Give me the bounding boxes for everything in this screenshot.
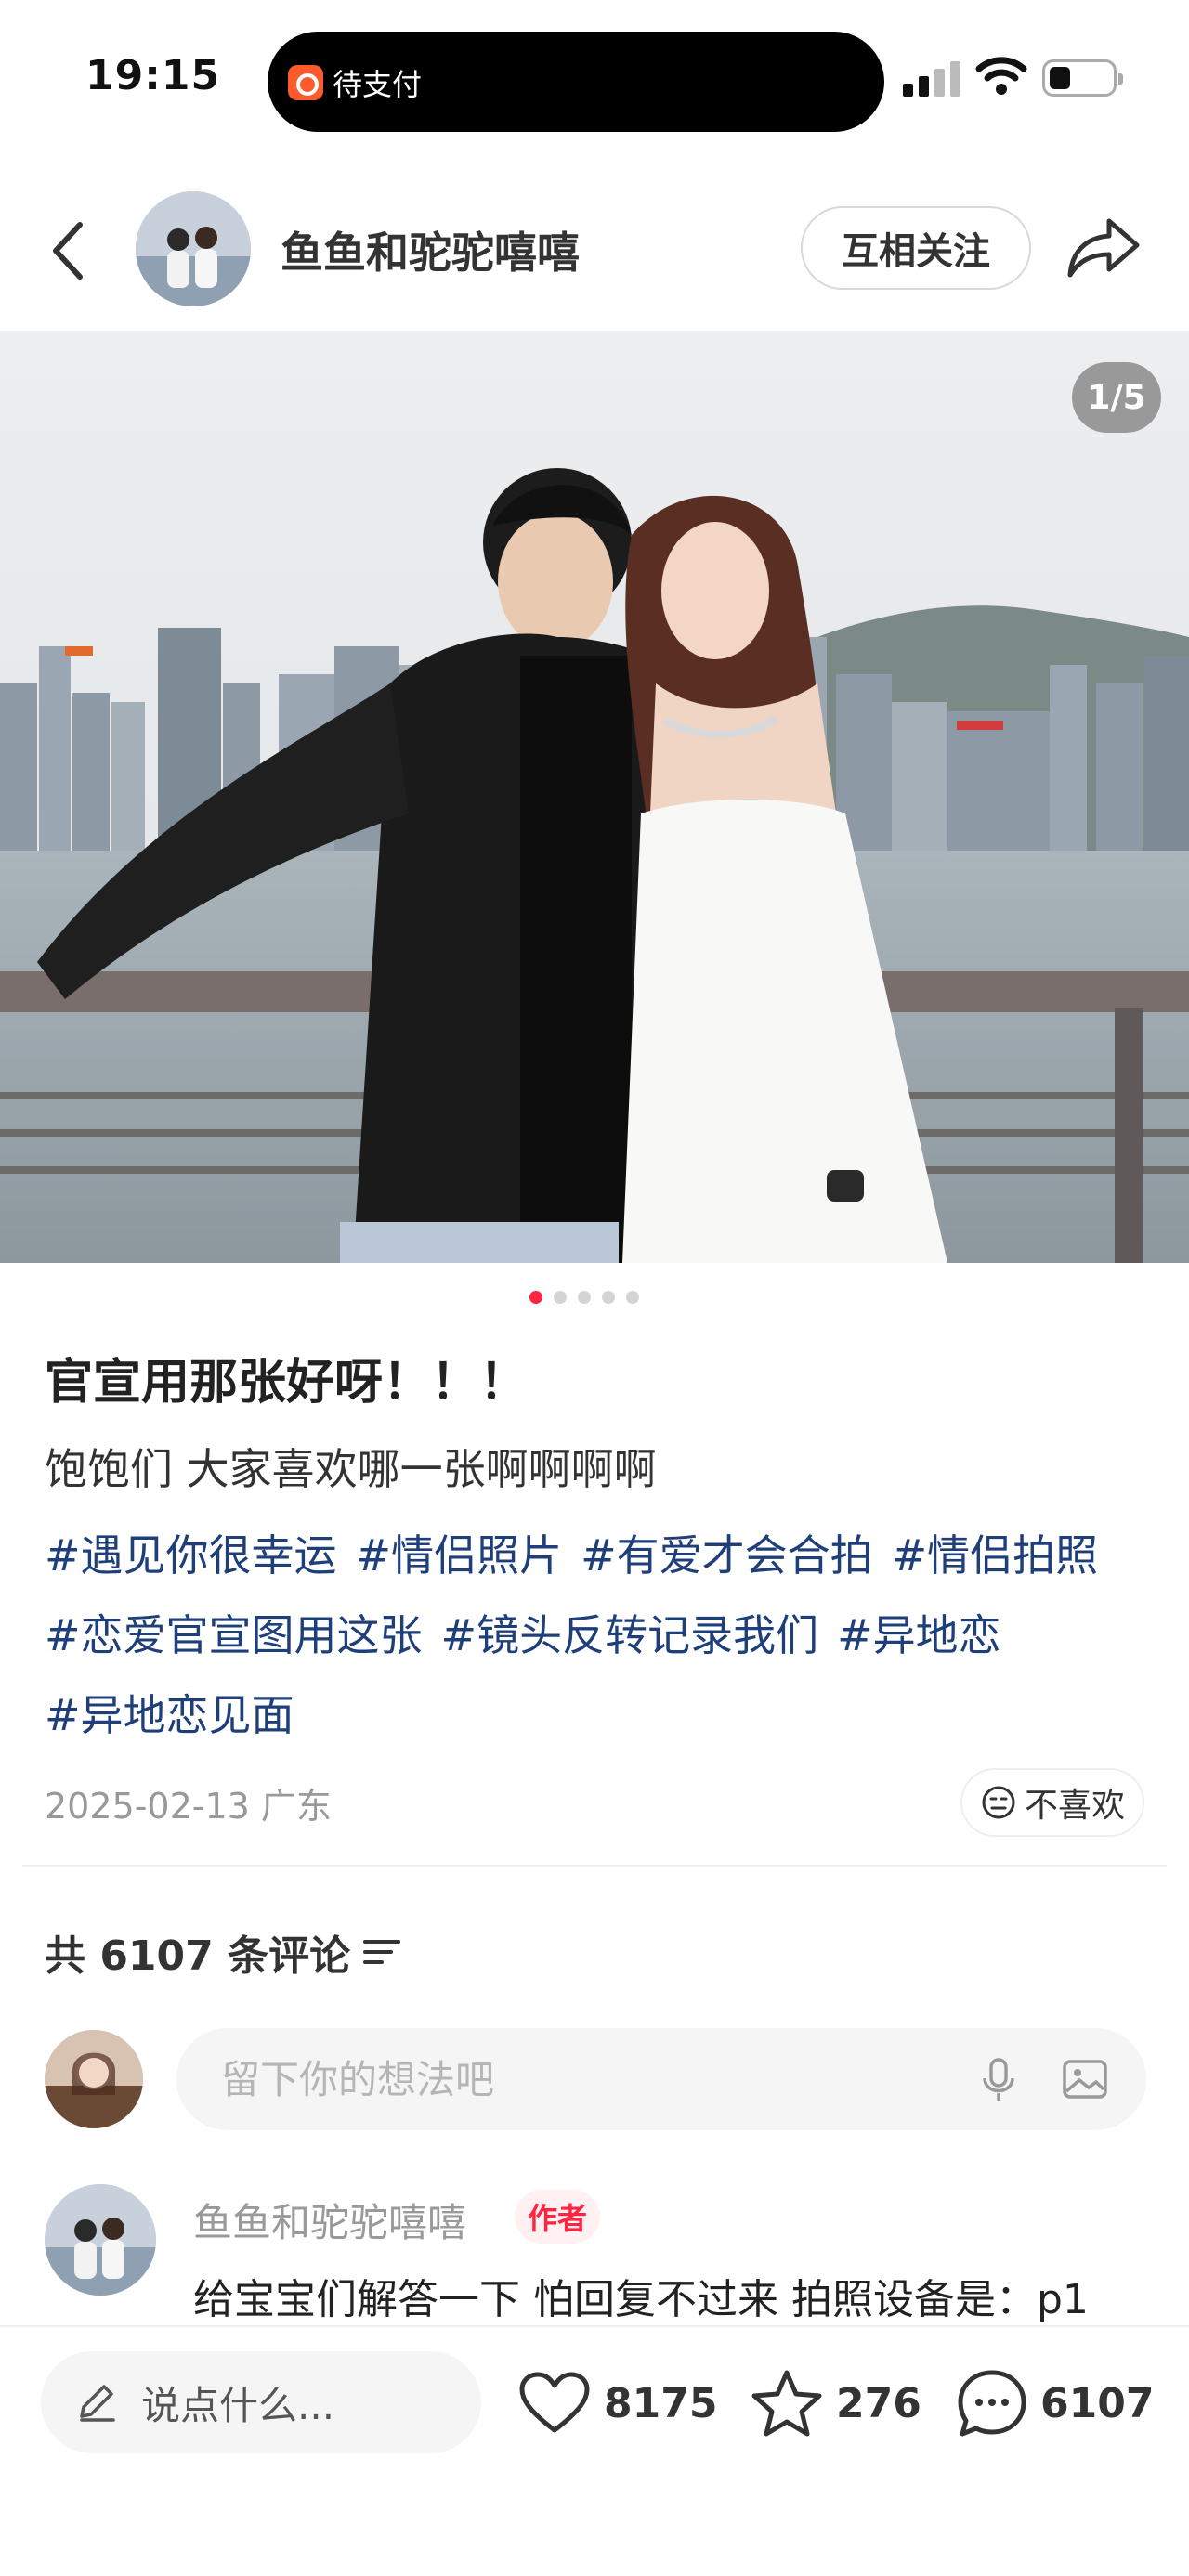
hashtag[interactable]: #异地恋见面 xyxy=(45,1675,294,1755)
comment-text[interactable]: 给宝宝们解答一下 怕回复不过来 拍照设备是：p1 xyxy=(193,2266,1089,2325)
status-bar: 19:15 待支付 xyxy=(0,0,1189,158)
status-time: 19:15 xyxy=(85,52,221,99)
carousel-dot-1[interactable] xyxy=(529,1291,542,1304)
photo-illustration xyxy=(0,331,1189,1263)
hashtag[interactable]: #情侣照片 xyxy=(356,1516,563,1595)
hashtag[interactable]: #镜头反转记录我们 xyxy=(441,1595,819,1675)
hashtag[interactable]: #情侣拍照 xyxy=(892,1516,1099,1595)
dynamic-island[interactable]: 待支付 xyxy=(268,32,884,132)
comment-author-name[interactable]: 鱼鱼和驼驼嘻嘻 xyxy=(193,2192,466,2248)
divider xyxy=(22,1865,1167,1867)
cellular-signal-icon xyxy=(903,58,962,97)
author-avatar[interactable] xyxy=(136,191,251,306)
image-icon[interactable] xyxy=(1059,2054,1111,2104)
hashtag[interactable]: #遇见你很幸运 xyxy=(45,1516,337,1595)
like-button[interactable]: 8175 xyxy=(518,2370,717,2437)
pencil-icon xyxy=(80,2385,115,2422)
carousel-dot-3[interactable] xyxy=(578,1291,591,1304)
comment-bubble-icon xyxy=(958,2370,1026,2437)
favorite-count: 276 xyxy=(836,2379,921,2427)
favorite-button[interactable]: 276 xyxy=(751,2370,921,2437)
bottom-action-bar: 说点什么... 8175 276 6107 xyxy=(0,2325,1189,2576)
dislike-face-icon xyxy=(982,1786,1015,1819)
carousel-dot-2[interactable] xyxy=(554,1291,567,1304)
post-tags: #遇见你很幸运 #情侣照片 #有爱才会合拍 #情侣拍照 #恋爱官宣图用这张 #镜头反转记录… xyxy=(45,1516,1150,1755)
carousel-dots[interactable] xyxy=(529,1291,639,1304)
bottom-comment-input[interactable]: 说点什么... xyxy=(41,2351,481,2453)
carousel-dot-5[interactable] xyxy=(626,1291,639,1304)
comment-input[interactable] xyxy=(221,2049,927,2110)
comment-count-label: 共 6107 条评论 xyxy=(45,1932,351,1980)
post-date-location: 2025-02-13 广东 xyxy=(45,1786,332,1827)
page-indicator: 1/5 xyxy=(1072,362,1161,433)
author-badge: 作者 xyxy=(515,2190,601,2244)
filter-icon[interactable] xyxy=(363,1936,401,1968)
island-activity-label: 待支付 xyxy=(333,67,423,102)
like-count: 8175 xyxy=(604,2379,718,2427)
comment-input-box[interactable] xyxy=(176,2028,1146,2130)
follow-button[interactable]: 互相关注 xyxy=(801,206,1031,290)
comment-button[interactable]: 6107 xyxy=(957,2370,1154,2437)
comment-author-avatar[interactable] xyxy=(45,2184,156,2296)
app-activity-icon xyxy=(288,65,323,100)
heart-icon xyxy=(519,2372,590,2433)
post-photo[interactable] xyxy=(0,331,1189,1263)
hashtag[interactable]: #异地恋 xyxy=(837,1595,1001,1675)
bottom-input-label: 说点什么... xyxy=(141,2382,335,2428)
hashtag[interactable]: #恋爱官宣图用这张 xyxy=(45,1595,423,1675)
author-name[interactable]: 鱼鱼和驼驼嘻嘻 xyxy=(281,219,580,280)
dislike-button[interactable]: 不喜欢 xyxy=(960,1768,1144,1837)
dislike-label: 不喜欢 xyxy=(1024,1787,1125,1825)
post-title: 官宣用那张好呀！！！ xyxy=(45,1355,529,1411)
microphone-icon[interactable] xyxy=(973,2054,1024,2104)
back-arrow-icon[interactable] xyxy=(43,214,98,288)
comment-count-bottom: 6107 xyxy=(1040,2379,1155,2427)
share-icon[interactable] xyxy=(1065,212,1143,282)
star-icon xyxy=(751,2370,822,2437)
post-body: 饱饱们 大家喜欢哪一张啊啊啊啊 xyxy=(45,1444,657,1494)
wifi-icon xyxy=(975,57,1027,95)
current-user-avatar[interactable] xyxy=(45,2030,143,2128)
carousel-dot-4[interactable] xyxy=(602,1291,615,1304)
hashtag[interactable]: #有爱才会合拍 xyxy=(581,1516,873,1595)
battery-icon xyxy=(1042,59,1123,97)
comment-count[interactable]: 共 6107 条评论 xyxy=(45,1922,401,1982)
